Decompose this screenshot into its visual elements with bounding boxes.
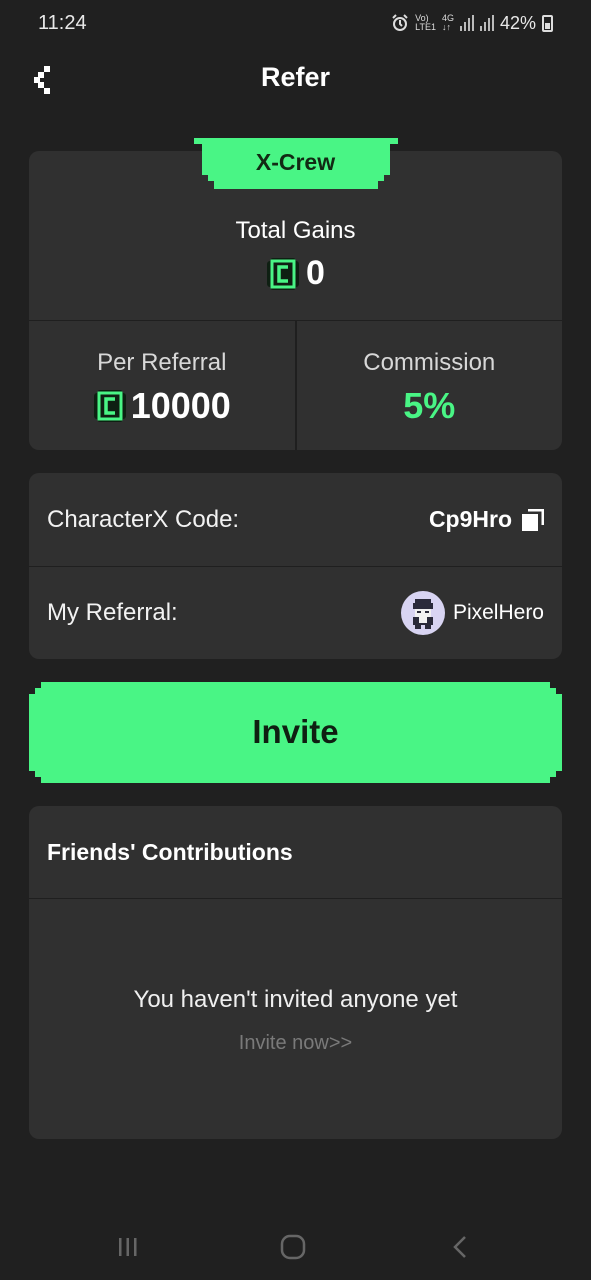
home-button[interactable] [268, 1232, 318, 1262]
status-time: 11:24 [38, 11, 87, 34]
code-value: Cp9Hro [428, 506, 512, 532]
page-title: Refer [260, 62, 331, 92]
total-gains-value: 0 [29, 254, 562, 293]
empty-state-text: You haven't invited anyone yet [133, 986, 458, 1013]
status-bar: 11:24 Vo) LTE1 4G ↓↑ 42% [0, 0, 591, 46]
battery-icon [542, 14, 553, 32]
recent-apps-button[interactable] [103, 1232, 153, 1262]
commission-value: 5% [403, 385, 456, 426]
recent-apps-icon [119, 1238, 137, 1256]
gains-breakdown: Per Referral 10000 Commission 5% [29, 321, 562, 450]
status-icons: Vo) LTE1 4G ↓↑ 42% [391, 13, 553, 34]
code-copy[interactable]: Cp9Hro [429, 506, 544, 533]
invite-button[interactable]: Invite [29, 682, 562, 783]
coin-icon [93, 390, 126, 422]
header: Refer [0, 52, 591, 106]
friends-title: Friends' Contributions [47, 838, 293, 865]
code-row: CharacterX Code: Cp9Hro [29, 473, 562, 566]
coin-icon [267, 257, 300, 290]
crew-badge: X-Crew [193, 138, 398, 189]
per-referral-label: Per Referral [97, 349, 227, 376]
navigation-bar [0, 1214, 591, 1280]
alarm-icon [392, 14, 408, 31]
per-referral-value: 10000 [29, 385, 295, 427]
battery-percent: 42% [499, 12, 536, 33]
referral-row: My Referral: PixelHero [29, 566, 562, 659]
total-gains-label: Total Gains [235, 217, 356, 244]
gains-card: X-Crew Total Gains 0 Per Referral 10000 … [29, 138, 562, 450]
total-gains-section: X-Crew Total Gains 0 [29, 138, 562, 321]
code-label: CharacterX Code: [47, 505, 240, 533]
invite-now-link[interactable]: Invite now>> [29, 1032, 562, 1055]
pixel-avatar-icon [400, 591, 445, 635]
back-nav-button[interactable] [435, 1232, 485, 1262]
network-label: Vo) LTE1 [415, 13, 436, 32]
invite-button-label: Invite [252, 713, 339, 750]
commission-section: Commission 5% [294, 321, 563, 450]
code-card: CharacterX Code: Cp9Hro My Referral: Pix… [29, 473, 562, 659]
copy-icon[interactable] [522, 508, 544, 531]
referral-name: PixelHero [452, 601, 544, 624]
signal-icon [459, 15, 474, 31]
signal-icon-2 [479, 15, 494, 31]
home-icon [280, 1234, 306, 1260]
crew-badge-label: X-Crew [255, 149, 336, 175]
friends-header: Friends' Contributions [29, 806, 562, 899]
referral-user[interactable]: PixelHero [400, 591, 544, 635]
referral-label: My Referral: [47, 599, 178, 626]
per-referral-section: Per Referral 10000 [29, 321, 295, 450]
friends-card: Friends' Contributions You haven't invit… [29, 806, 562, 1139]
net-type-label: 4G ↓↑ [441, 13, 454, 32]
commission-label: Commission [363, 349, 496, 376]
back-nav-icon [453, 1236, 466, 1258]
